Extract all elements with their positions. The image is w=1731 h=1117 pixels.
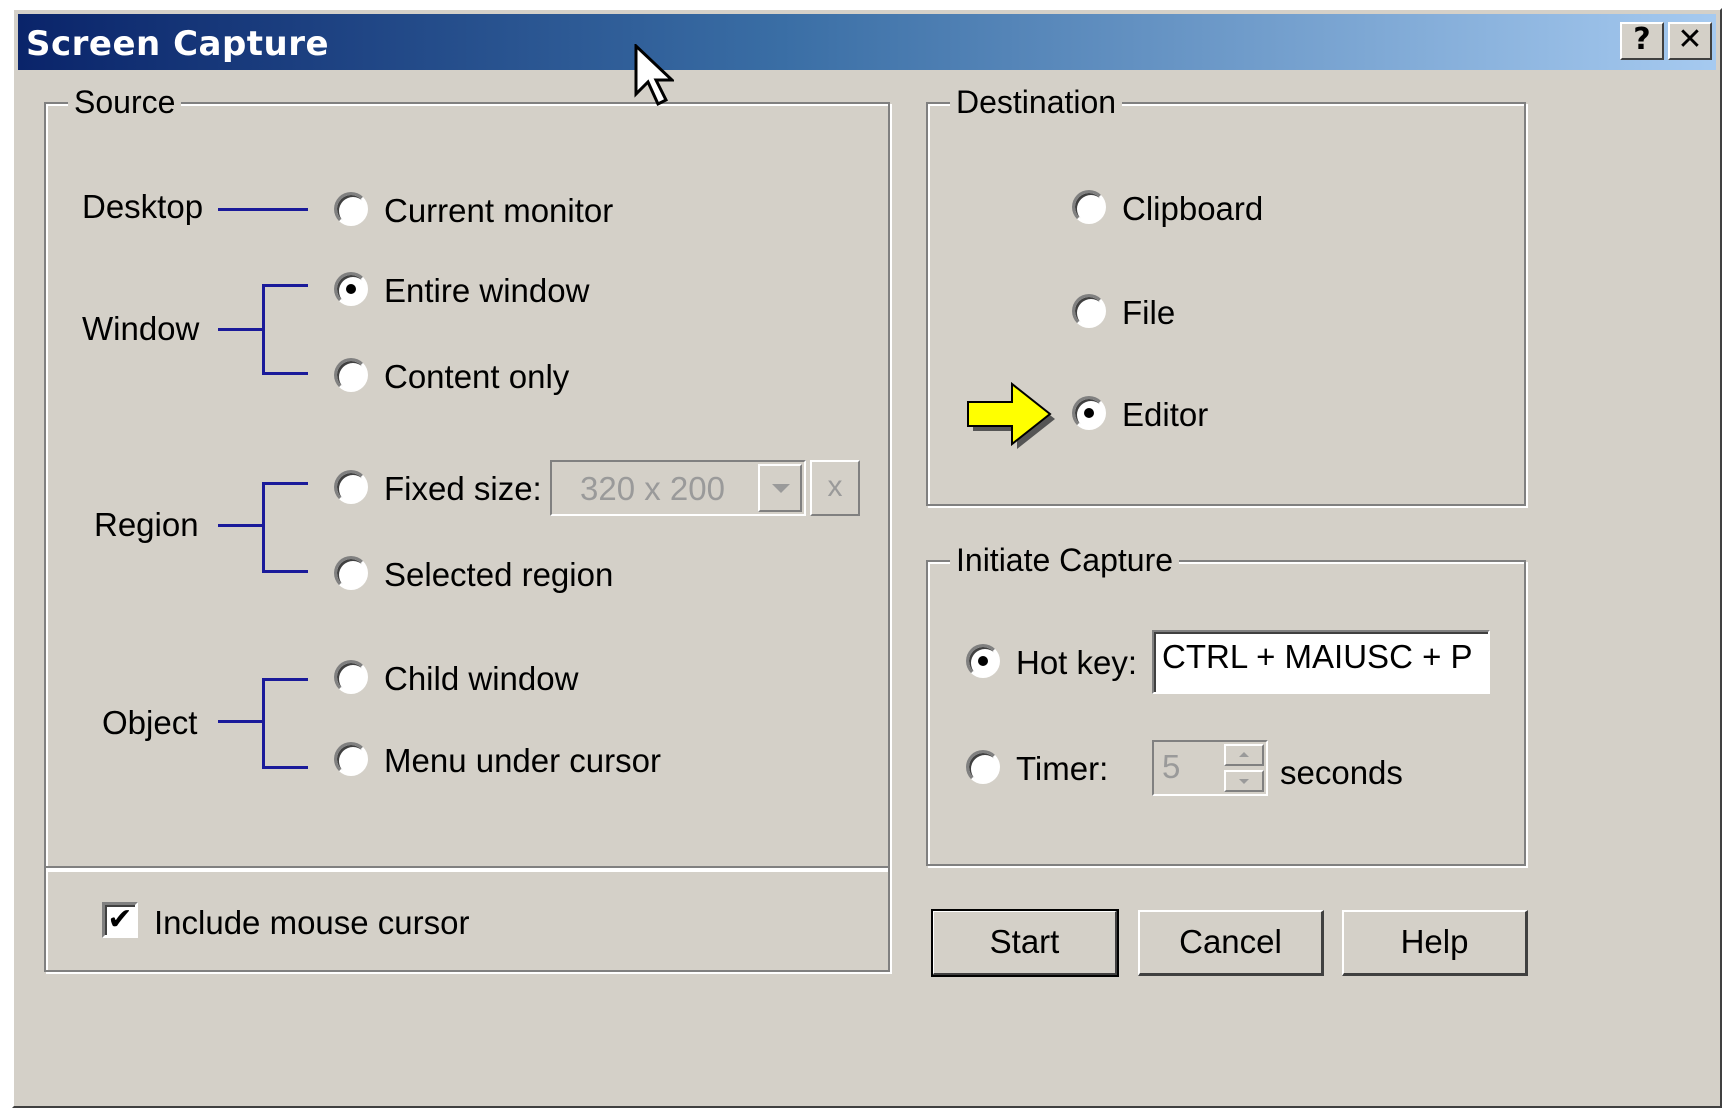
mouse-pointer-icon (634, 44, 674, 107)
menu-under-cursor-radio[interactable] (334, 742, 368, 776)
clipboard-label[interactable]: Clipboard (1122, 190, 1263, 228)
hotkey-field[interactable]: CTRL + MAIUSC + P (1152, 630, 1490, 694)
entire-window-radio[interactable] (334, 272, 368, 306)
fixed-size-value: 320 x 200 (580, 470, 725, 507)
help-button[interactable]: Help (1342, 910, 1528, 976)
window-label: Window (82, 310, 200, 347)
yellow-arrow-icon (967, 381, 1055, 449)
timer-radio[interactable] (966, 750, 1000, 784)
start-button[interactable]: Start (931, 909, 1119, 977)
selected-region-radio[interactable] (334, 556, 368, 590)
region-label: Region (94, 506, 199, 543)
destination-legend: Destination (950, 84, 1123, 121)
region-bracket-bottom (262, 570, 308, 573)
child-window-radio[interactable] (334, 660, 368, 694)
object-bracket-bottom (262, 766, 308, 769)
seconds-label: seconds (1280, 754, 1403, 791)
close-button[interactable]: ✕ (1668, 22, 1712, 60)
chevron-down-icon[interactable] (758, 464, 802, 512)
window-bracket-top (262, 284, 308, 287)
fixed-size-edit-button[interactable]: x (810, 460, 860, 516)
include-cursor-checkbox[interactable]: ✔ (102, 902, 138, 938)
object-connector (218, 720, 264, 723)
file-label[interactable]: File (1122, 294, 1175, 332)
source-legend: Source (68, 84, 182, 121)
entire-window-label[interactable]: Entire window (384, 272, 589, 310)
child-window-label[interactable]: Child window (384, 660, 578, 698)
selected-region-label[interactable]: Selected region (384, 556, 613, 594)
help-title-button[interactable]: ? (1620, 22, 1664, 60)
desktop-label: Desktop (82, 188, 204, 225)
timer-label[interactable]: Timer: (1016, 750, 1108, 788)
initiate-capture-group: Initiate Capture (926, 542, 1526, 866)
hotkey-radio[interactable] (966, 644, 1000, 678)
object-label: Object (102, 704, 198, 741)
clipboard-radio[interactable] (1072, 190, 1106, 224)
editor-radio[interactable] (1072, 396, 1106, 430)
chevron-up-icon[interactable] (1224, 744, 1264, 766)
window-title: Screen Capture (26, 24, 330, 64)
menu-under-cursor-label[interactable]: Menu under cursor (384, 742, 661, 780)
chevron-down-icon[interactable] (1224, 770, 1264, 792)
fixed-size-label[interactable]: Fixed size: (384, 470, 542, 508)
object-bracket (262, 678, 265, 768)
desktop-connector (218, 208, 308, 211)
fixed-size-radio[interactable] (334, 470, 368, 504)
timer-stepper[interactable]: 5 (1152, 740, 1268, 796)
initiate-capture-legend: Initiate Capture (950, 542, 1180, 579)
screen-capture-dialog: Screen Capture ? ✕ Source Desktop Window… (12, 8, 1722, 1108)
include-cursor-label[interactable]: Include mouse cursor (154, 904, 469, 942)
current-monitor-label[interactable]: Current monitor (384, 192, 613, 230)
region-connector (218, 524, 264, 527)
window-connector (218, 328, 264, 331)
content-only-label[interactable]: Content only (384, 358, 569, 396)
cancel-button[interactable]: Cancel (1138, 910, 1324, 976)
file-radio[interactable] (1072, 294, 1106, 328)
object-bracket-top (262, 678, 308, 681)
current-monitor-radio[interactable] (334, 192, 368, 226)
timer-value: 5 (1162, 748, 1181, 785)
region-bracket-top (262, 482, 308, 485)
fixed-size-combo[interactable]: 320 x 200 (550, 460, 806, 516)
hotkey-label[interactable]: Hot key: (1016, 644, 1137, 682)
title-bar[interactable]: Screen Capture ? ✕ (18, 14, 1716, 70)
window-bracket (262, 284, 265, 374)
content-only-radio[interactable] (334, 358, 368, 392)
region-bracket (262, 482, 265, 572)
window-bracket-bottom (262, 372, 308, 375)
editor-label[interactable]: Editor (1122, 396, 1208, 434)
